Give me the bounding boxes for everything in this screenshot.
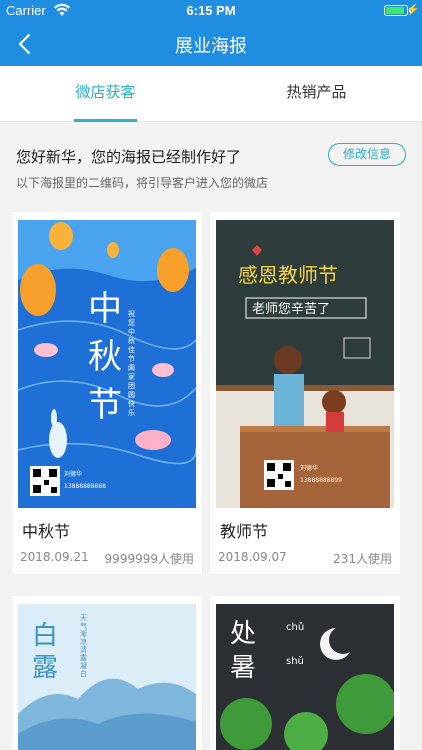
nav-bar: 展业海报 bbox=[0, 22, 422, 66]
poster-image[interactable]: 中 秋 节 祝您中秋佳节阖家团圆快乐 刘德华 13888888888 bbox=[18, 220, 196, 508]
tab-hot-products[interactable]: 热销产品 bbox=[211, 66, 422, 122]
poster-usage-count: 9999999人使用 bbox=[104, 552, 194, 566]
poster-card-chushu[interactable]: 处 暑 chǔ shǔ bbox=[210, 596, 400, 750]
poster-board-text: 老师您辛苦了 bbox=[252, 301, 330, 317]
poster-card-mid-autumn[interactable]: 中 秋 节 祝您中秋佳节阖家团圆快乐 刘德华 13888888888 中秋节 2… bbox=[12, 212, 202, 574]
poster-date: 2018.09.07 bbox=[218, 550, 287, 564]
poster-card-bailu[interactable]: 白 露 天气渐凉清露凝白 bbox=[12, 596, 202, 750]
poster-image[interactable]: 白 露 天气渐凉清露凝白 bbox=[18, 604, 196, 750]
poster-headline-char: 节 bbox=[88, 385, 122, 425]
clock: 6:15 PM bbox=[186, 3, 236, 18]
status-bar: Carrier 6:15 PM ⚡ bbox=[0, 0, 422, 22]
poster-pinyin-bottom: shǔ bbox=[286, 656, 304, 667]
page-title: 展业海报 bbox=[175, 36, 247, 57]
poster-image[interactable]: 处 暑 chǔ shǔ bbox=[216, 604, 394, 750]
active-tab-indicator bbox=[74, 119, 137, 122]
poster-headline-char: 中 bbox=[88, 289, 122, 329]
agent-phone: 13888888899 bbox=[300, 477, 342, 484]
poster-headline-char: 暑 bbox=[230, 653, 256, 683]
poster-side-text: 祝您中秋佳节阖家团圆快乐 bbox=[128, 310, 135, 417]
poster-headline-char: 秋 bbox=[88, 337, 122, 377]
agent-phone: 13888888888 bbox=[64, 483, 106, 490]
charging-icon: ⚡ bbox=[406, 4, 420, 16]
greeting-text: 您好新华，您的海报已经制作好了 bbox=[16, 148, 242, 166]
poster-image[interactable]: 感恩教师节 老师您辛苦了 刘德华 13888888899 bbox=[216, 220, 394, 508]
poster-name: 教师节 bbox=[220, 522, 269, 541]
tab-bar: 微店获客 热销产品 bbox=[0, 66, 422, 122]
poster-side-text: 天气渐凉清露凝白 bbox=[80, 614, 87, 678]
battery-icon bbox=[384, 5, 408, 16]
poster-headline-char: 露 bbox=[32, 653, 58, 683]
poster-name: 中秋节 bbox=[22, 522, 71, 541]
agent-name: 刘德华 bbox=[300, 465, 319, 472]
poster-headline-char: 白 bbox=[32, 621, 58, 651]
poster-pinyin-top: chǔ bbox=[286, 622, 305, 633]
poster-headline-char: 处 bbox=[230, 619, 256, 649]
tab-weidian[interactable]: 微店获客 bbox=[0, 66, 211, 122]
agent-name: 刘德华 bbox=[64, 471, 83, 478]
tab-label: 微店获客 bbox=[75, 83, 136, 101]
poster-usage-count: 231人使用 bbox=[333, 552, 392, 566]
poster-date: 2018.09.21 bbox=[20, 550, 89, 564]
tab-label: 热销产品 bbox=[286, 83, 347, 101]
poster-card-teachers-day[interactable]: 感恩教师节 老师您辛苦了 刘德华 13888888899 教师节 2018.09… bbox=[210, 212, 400, 574]
poster-headline-text: 感恩教师节 bbox=[238, 263, 338, 287]
intro-subtitle: 以下海报里的二维码，将引导客户进入您的微店 bbox=[16, 176, 269, 190]
edit-info-button[interactable]: 修改信息 bbox=[328, 143, 406, 166]
